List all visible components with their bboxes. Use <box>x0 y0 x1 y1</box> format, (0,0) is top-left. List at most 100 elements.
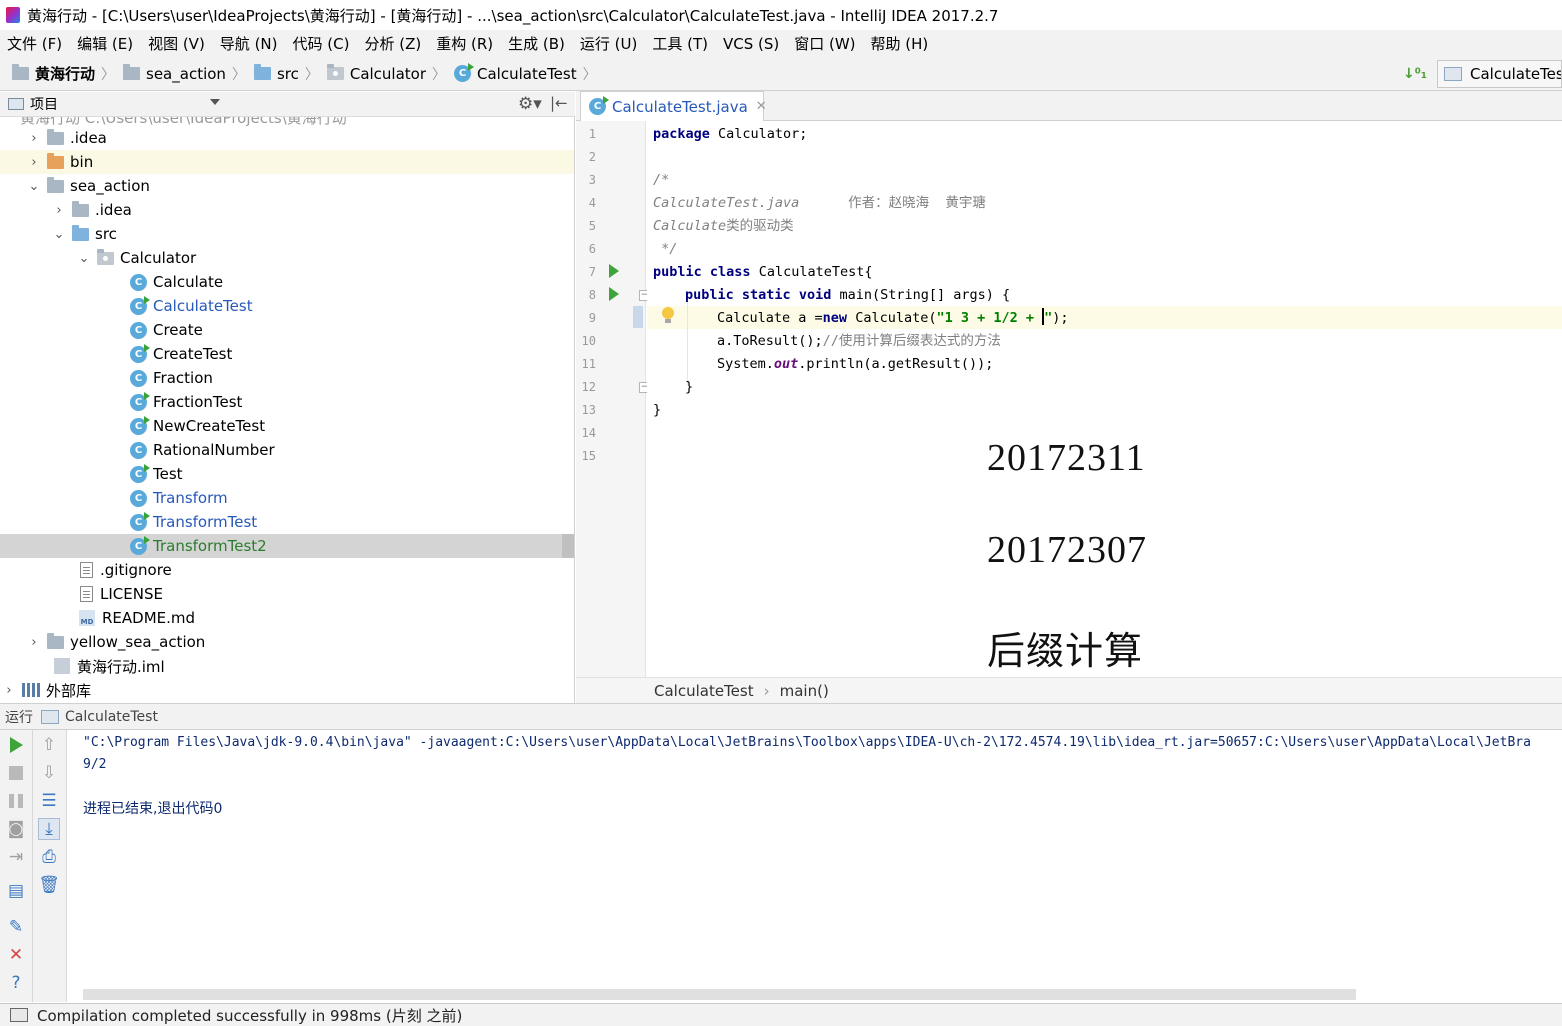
tree-scrollbar-thumb[interactable] <box>562 534 574 558</box>
breadcrumb-module[interactable]: sea_action 〉 <box>123 64 254 84</box>
library-icon <box>22 683 40 697</box>
menu-window[interactable]: 窗口 (W) <box>794 33 855 54</box>
tree-item-src[interactable]: ⌄ src <box>0 222 574 246</box>
console-horizontal-scrollbar[interactable] <box>83 989 1356 1000</box>
chevron-right-icon: 〉 <box>304 66 319 83</box>
crumb-class[interactable]: CalculateTest <box>654 682 754 700</box>
menu-help[interactable]: 帮助 (H) <box>871 33 929 54</box>
tree-item-gitignore[interactable]: .gitignore <box>0 558 574 582</box>
tree-item-fractiontest[interactable]: C FractionTest <box>0 390 574 414</box>
toggle-tool-windows-icon[interactable] <box>10 1008 28 1022</box>
run-method-icon[interactable] <box>609 287 619 301</box>
menu-run[interactable]: 运行 (U) <box>580 33 637 54</box>
pause-button[interactable] <box>5 790 27 812</box>
tree-item-calculatetest[interactable]: C CalculateTest <box>0 294 574 318</box>
menu-code[interactable]: 代码 (C) <box>293 33 350 54</box>
breadcrumb-class[interactable]: C CalculateTest 〉 <box>454 63 605 84</box>
lightbulb-icon[interactable] <box>661 307 675 325</box>
chevron-right-icon[interactable]: › <box>27 155 41 170</box>
run-class-icon[interactable] <box>609 264 619 278</box>
code-line-12: } <box>685 379 694 395</box>
chevron-down-icon[interactable]: ⌄ <box>27 179 41 194</box>
down-button[interactable]: ⇩ <box>38 762 60 784</box>
menu-vcs[interactable]: VCS (S) <box>723 35 779 53</box>
folder-icon <box>12 64 29 80</box>
module-folder-icon <box>47 176 64 193</box>
scroll-to-end-button[interactable]: ⤓ <box>38 818 60 840</box>
pin-tab-button[interactable]: ✎ <box>5 916 27 938</box>
close-icon[interactable]: ✕ <box>756 99 767 114</box>
hide-panel-icon[interactable]: |← <box>550 94 568 112</box>
line-number: 1 <box>588 127 596 141</box>
tree-item-createtest[interactable]: C CreateTest <box>0 342 574 366</box>
pin-icon: ✎ <box>8 917 24 937</box>
chevron-down-icon[interactable]: ⌄ <box>52 227 66 242</box>
tree-item-test[interactable]: C Test <box>0 462 574 486</box>
soft-wrap-button[interactable]: ☰ <box>38 790 60 812</box>
exit-button[interactable]: ⇥ <box>5 846 27 868</box>
project-panel-title[interactable]: 项目 <box>30 94 58 114</box>
chevron-down-icon[interactable] <box>210 99 220 105</box>
tree-item-transformtest2[interactable]: C TransformTest2 <box>0 534 574 558</box>
run-config-selector[interactable]: CalculateTest <box>1437 59 1562 88</box>
tree-item-bin[interactable]: › bin <box>0 150 574 174</box>
tree-item-iml[interactable]: 黄海行动.iml <box>0 654 574 678</box>
chevron-down-icon[interactable]: ⌄ <box>77 251 91 266</box>
help-button[interactable]: ? <box>5 972 27 994</box>
breadcrumb-src[interactable]: src 〉 <box>253 64 327 84</box>
stop-button[interactable] <box>5 762 27 784</box>
tree-item-license[interactable]: LICENSE <box>0 582 574 606</box>
menu-navigate[interactable]: 导航 (N) <box>220 33 278 54</box>
breadcrumb-package[interactable]: Calculator 〉 <box>326 64 454 84</box>
tree-item-rationalnumber[interactable]: C RationalNumber <box>0 438 574 462</box>
menu-edit[interactable]: 编辑 (E) <box>77 33 133 54</box>
up-button[interactable]: ⇧ <box>38 734 60 756</box>
code-editor[interactable]: package Calculator; /* CalculateTest.jav… <box>647 121 1562 677</box>
menu-analyze[interactable]: 分析 (Z) <box>364 33 421 54</box>
chevron-right-icon[interactable]: › <box>2 683 16 698</box>
breadcrumb-project[interactable]: 黄海行动 〉 <box>12 63 123 84</box>
run-console[interactable]: "C:\Program Files\Java\jdk-9.0.4\bin\jav… <box>67 730 1562 1002</box>
dump-threads-button[interactable]: ◙ <box>5 818 27 840</box>
print-button[interactable]: ⎙ <box>38 846 60 868</box>
clear-all-button[interactable]: 🗑 <box>38 874 60 896</box>
line-number: 14 <box>581 426 596 440</box>
tree-item-calculator[interactable]: ⌄ Calculator <box>0 246 574 270</box>
crumb-method[interactable]: main() <box>780 682 829 700</box>
menu-tools[interactable]: 工具 (T) <box>652 33 708 54</box>
chevron-right-icon[interactable]: › <box>27 131 41 146</box>
tree-item-idea[interactable]: › .idea <box>0 126 574 150</box>
gear-icon[interactable]: ⚙▾ <box>518 94 542 114</box>
menu-build[interactable]: 生成 (B) <box>508 33 565 54</box>
line-number: 5 <box>588 219 596 233</box>
run-panel-label[interactable]: 运行 <box>5 707 33 727</box>
tree-item-transformtest[interactable]: C TransformTest <box>0 510 574 534</box>
line-number: 3 <box>588 173 596 187</box>
menu-file[interactable]: 文件 (F) <box>7 33 62 54</box>
rerun-button[interactable] <box>5 734 27 756</box>
class-icon: C <box>130 489 147 507</box>
project-tree: 黄海行动 C:\Users\user\IdeaProjects\黄海行动 › .… <box>0 117 575 703</box>
run-panel-config[interactable]: CalculateTest <box>65 709 158 725</box>
restore-layout-button[interactable]: ▤ <box>5 880 27 902</box>
tree-item-calculate[interactable]: C Calculate <box>0 270 574 294</box>
tree-item-idea-2[interactable]: › .idea <box>0 198 574 222</box>
menu-refactor[interactable]: 重构 (R) <box>436 33 493 54</box>
editor-tab-bar: C CalculateTest.java ✕ <box>576 91 1562 121</box>
layout-icon: ▤ <box>7 881 25 901</box>
run-toolbar-primary: ◙ ⇥ ▤ ✎ ✕ ? <box>0 730 33 1002</box>
sort-download-icon[interactable]: ↓⁰₁ <box>1403 66 1427 82</box>
chevron-right-icon[interactable]: › <box>27 635 41 650</box>
tree-item-transform[interactable]: C Transform <box>0 486 574 510</box>
tree-item-external-libraries[interactable]: › 外部库 <box>0 678 574 702</box>
tree-item-fraction[interactable]: C Fraction <box>0 366 574 390</box>
tree-item-readme[interactable]: MD README.md <box>0 606 574 630</box>
tab-calculatetest-java[interactable]: C CalculateTest.java ✕ <box>580 91 767 121</box>
close-run-button[interactable]: ✕ <box>5 944 27 966</box>
chevron-right-icon[interactable]: › <box>52 203 66 218</box>
tree-item-yellow-sea-action[interactable]: › yellow_sea_action <box>0 630 574 654</box>
tree-item-newcreatetest[interactable]: C NewCreateTest <box>0 414 574 438</box>
tree-item-sea-action[interactable]: ⌄ sea_action <box>0 174 574 198</box>
tree-item-create[interactable]: C Create <box>0 318 574 342</box>
menu-view[interactable]: 视图 (V) <box>148 33 205 54</box>
